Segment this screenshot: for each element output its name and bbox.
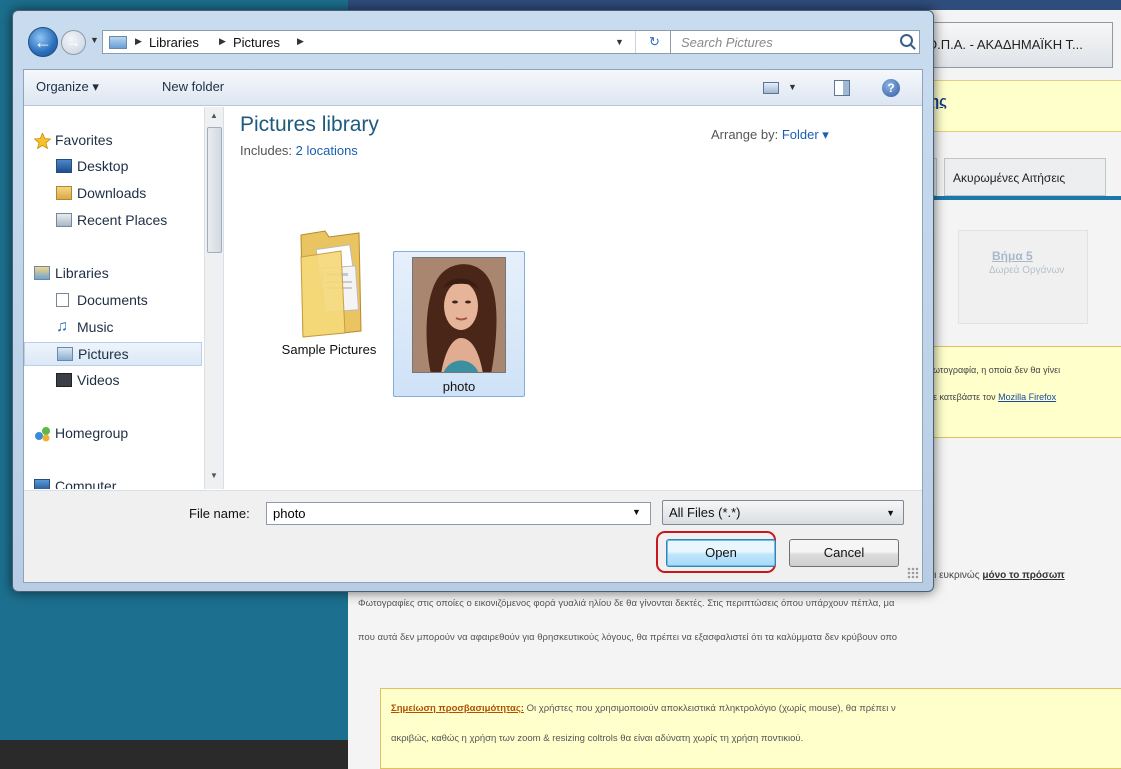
partial-text: ίζει ευκρινώς μόνο το πρόσωπ xyxy=(923,570,1065,581)
back-button[interactable]: ← xyxy=(28,27,58,57)
breadcrumb-separator-icon[interactable]: ▶ xyxy=(135,36,142,47)
scroll-up-icon[interactable]: ▲ xyxy=(210,111,218,120)
nav-music[interactable]: ♫ Music xyxy=(24,316,202,340)
step-box: Βήμα 5 Δωρεά Οργάνων xyxy=(958,230,1088,324)
accessibility-line-2: ακριβώς, καθώς η χρήση των zoom & resizi… xyxy=(391,733,804,744)
step-subtitle: Δωρεά Οργάνων xyxy=(989,265,1065,276)
dialog-body: Organize ▾ New folder ▼ ? Favorites Desk… xyxy=(23,69,923,583)
nav-recent-places[interactable]: Recent Places xyxy=(24,209,202,233)
open-button[interactable]: Open xyxy=(666,539,776,567)
paragraph-line-1: Φωτογραφίες στις οποίες ο εικονιζόμενος … xyxy=(358,598,895,609)
star-icon xyxy=(33,131,52,150)
scroll-thumb[interactable] xyxy=(207,127,222,253)
address-dropdown-icon[interactable]: ▼ xyxy=(615,37,624,47)
change-view-icon[interactable] xyxy=(763,82,779,94)
breadcrumb-separator-icon[interactable]: ▶ xyxy=(297,36,304,47)
nav-desktop[interactable]: Desktop xyxy=(24,155,202,179)
tab-underline xyxy=(913,196,1121,200)
address-bar[interactable]: ▶ Libraries ▶ Pictures ▶ ▼ ↻ xyxy=(102,30,674,54)
file-item-photo[interactable]: photo xyxy=(393,251,525,397)
music-icon: ♫ xyxy=(56,318,68,335)
library-includes: Includes: 2 locations xyxy=(240,143,358,158)
organize-button[interactable]: Organize ▾ xyxy=(36,79,99,95)
page-left-footer xyxy=(0,740,348,769)
search-icon[interactable] xyxy=(900,34,913,47)
file-name-input[interactable] xyxy=(266,502,651,525)
homegroup-icon xyxy=(34,426,50,442)
search-placeholder: Search Pictures xyxy=(681,35,773,50)
paragraph-line-2: που αυτά δεν μπορούν να αφαιρεθούν για θ… xyxy=(358,632,898,643)
nav-downloads[interactable]: Downloads xyxy=(24,182,202,206)
command-bar: Organize ▾ New folder ▼ ? xyxy=(24,70,922,106)
file-item-sample-pictures[interactable]: Sample Pictures xyxy=(263,215,395,361)
folder-icon xyxy=(295,227,367,339)
resize-grip-icon[interactable] xyxy=(907,567,919,579)
view-dropdown-icon[interactable]: ▼ xyxy=(788,82,797,92)
browser-tab[interactable]: Ο.Π.Α. - ΑΚΑΔΗΜΑΪΚΗ Τ... xyxy=(918,22,1113,68)
library-icon xyxy=(109,36,127,49)
breadcrumb-pictures[interactable]: Pictures xyxy=(233,35,280,50)
chevron-down-icon: ▼ xyxy=(886,508,895,518)
file-type-select[interactable]: All Files (*.*) ▼ xyxy=(662,500,904,525)
open-file-dialog: ← → ▼ ▶ Libraries ▶ Pictures ▶ ▼ ↻ Searc… xyxy=(12,10,934,592)
forward-button[interactable]: → xyxy=(61,30,86,55)
downloads-folder-icon xyxy=(56,186,72,200)
recent-places-icon xyxy=(56,213,72,227)
arrange-by: Arrange by: Folder ▾ xyxy=(711,127,829,142)
accessibility-line-1: Σημείωση προσβασιμότητας: Οι χρήστες που… xyxy=(391,703,896,714)
recent-locations-dropdown-icon[interactable]: ▼ xyxy=(90,35,99,45)
page-tab-cancelled-applications[interactable]: Ακυρωμένες Αιτήσεις xyxy=(944,158,1106,196)
photo-thumbnail xyxy=(412,257,506,373)
nav-homegroup[interactable]: Homegroup xyxy=(24,422,202,446)
cancel-button[interactable]: Cancel xyxy=(789,539,899,567)
new-folder-button[interactable]: New folder xyxy=(162,79,224,94)
help-icon[interactable]: ? xyxy=(882,79,900,97)
preview-pane-icon[interactable] xyxy=(834,80,850,96)
libraries-icon xyxy=(34,266,50,280)
desktop-icon xyxy=(56,159,72,173)
videos-icon xyxy=(56,373,72,387)
file-name-label: File name: xyxy=(189,506,250,521)
notice-line-1: ωτογραφία, η οποία δεν θα γίνει xyxy=(933,365,1061,375)
refresh-icon[interactable]: ↻ xyxy=(635,31,673,53)
navigation-pane: Favorites Desktop Downloads Recent Place… xyxy=(24,107,224,489)
scroll-down-icon[interactable]: ▼ xyxy=(210,471,218,480)
breadcrumb-separator-icon[interactable]: ▶ xyxy=(219,36,226,47)
notice-box: ωτογραφία, η οποία δεν θα γίνει ε κατεβά… xyxy=(913,346,1121,438)
nav-videos[interactable]: Videos xyxy=(24,369,202,393)
nav-scrollbar[interactable]: ▲ ▼ xyxy=(204,107,223,489)
step-title[interactable]: Βήμα 5 xyxy=(992,249,1033,263)
firefox-link[interactable]: Mozilla Firefox xyxy=(998,392,1056,402)
pictures-icon xyxy=(57,347,73,361)
nav-computer[interactable]: Computer xyxy=(24,475,202,489)
nav-documents[interactable]: Documents xyxy=(24,289,202,313)
nav-favorites[interactable]: Favorites xyxy=(24,129,202,153)
search-box[interactable]: Search Pictures xyxy=(670,30,920,54)
file-item-label: photo xyxy=(442,379,476,394)
arrange-by-dropdown[interactable]: Folder ▾ xyxy=(782,127,829,142)
notice-line-2: ε κατεβάστε τον Mozilla Firefox xyxy=(933,392,1057,402)
nav-pictures[interactable]: Pictures xyxy=(24,342,202,366)
dialog-footer: File name: ▼ All Files (*.*) ▼ Open Canc… xyxy=(24,490,922,582)
file-item-label: Sample Pictures xyxy=(281,342,377,357)
breadcrumb-libraries[interactable]: Libraries xyxy=(149,35,199,50)
locations-link[interactable]: 2 locations xyxy=(296,143,358,158)
accessibility-note: Σημείωση προσβασιμότητας: Οι χρήστες που… xyxy=(380,688,1121,769)
documents-icon xyxy=(56,293,69,307)
file-name-dropdown-icon[interactable]: ▼ xyxy=(632,507,641,517)
computer-icon xyxy=(34,479,50,489)
file-list-pane: Pictures library Includes: 2 locations A… xyxy=(225,107,922,489)
page-header-box: ης xyxy=(913,80,1121,132)
library-title: Pictures library xyxy=(240,113,379,136)
nav-libraries[interactable]: Libraries xyxy=(24,262,202,286)
